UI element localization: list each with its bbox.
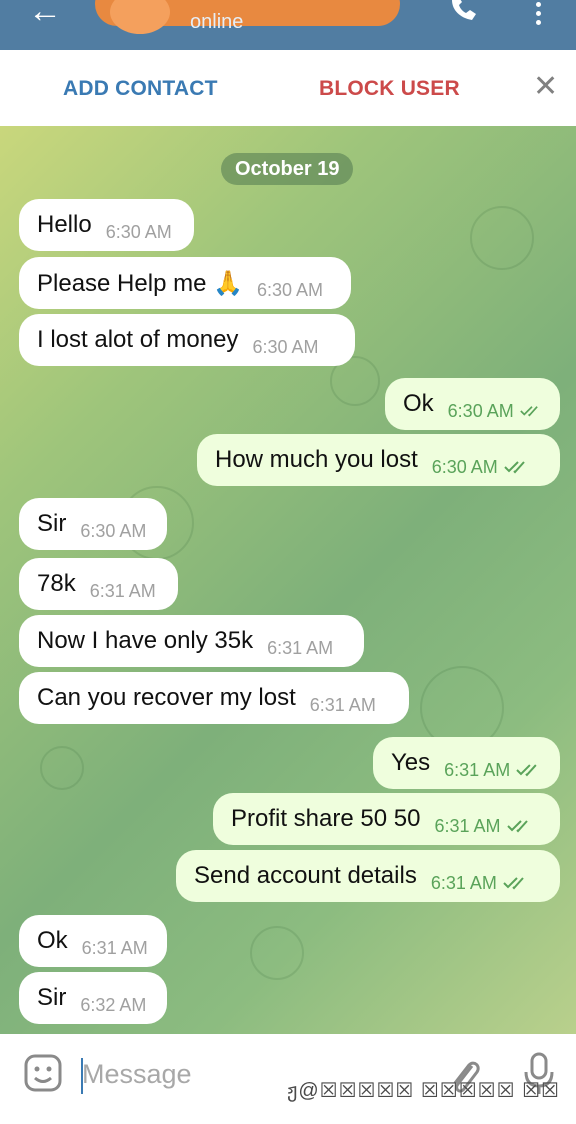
message-text: Now I have only 35k — [37, 627, 254, 654]
block-user-button[interactable]: BLOCK USER — [319, 77, 460, 101]
message-time: 6:31 AM — [81, 937, 148, 958]
message-bubble-incoming[interactable]: I lost alot of money 6:30 AM — [19, 314, 355, 366]
message-text: 78k — [37, 570, 76, 597]
message-text: I lost alot of money — [37, 326, 239, 353]
watermark: ჟ@☒☒☒☒☒ ☒☒☒☒☒ ☒☒ — [287, 1080, 560, 1102]
message-text: Can you recover my lost — [37, 684, 296, 711]
more-vertical-icon[interactable] — [530, 2, 546, 29]
message-time: 6:31 AM — [444, 759, 511, 780]
double-check-icon — [504, 461, 525, 474]
double-check-icon — [516, 764, 537, 777]
message-time: 6:31 AM — [434, 815, 501, 836]
action-bar: ADD CONTACT BLOCK USER ✕ — [0, 50, 576, 126]
message-bubble-incoming[interactable]: Ok 6:31 AM — [19, 915, 167, 967]
message-bubble-incoming[interactable]: Please Help me 🙏 6:30 AM — [19, 257, 351, 309]
message-text: Profit share 50 50 — [231, 805, 421, 832]
close-icon[interactable]: ✕ — [533, 70, 558, 104]
message-bubble-incoming[interactable]: Sir 6:32 AM — [19, 972, 167, 1024]
redacted-avatar — [110, 0, 170, 34]
message-bubble-incoming[interactable]: Sir 6:30 AM — [19, 498, 167, 550]
message-time: 6:30 AM — [105, 221, 172, 242]
message-bubble-incoming[interactable]: Hello 6:30 AM — [19, 199, 194, 251]
message-bubble-outgoing[interactable]: Profit share 50 50 6:31 AM — [213, 793, 560, 845]
chat-header: ← online — [0, 0, 576, 50]
background-doodle — [40, 746, 84, 790]
message-text: How much you lost — [215, 446, 418, 473]
chat-area[interactable]: October 19 Hello 6:30 AM Please Help me … — [0, 126, 576, 1034]
message-text: Send account details — [194, 862, 417, 889]
message-time: 6:31 AM — [89, 580, 156, 601]
double-check-icon — [503, 877, 524, 890]
message-bubble-outgoing[interactable]: Ok 6:30 AM — [385, 378, 560, 430]
message-bubble-outgoing[interactable]: Send account details 6:31 AM — [176, 850, 560, 902]
message-text: Ok — [403, 390, 434, 417]
emoji-icon[interactable] — [24, 1054, 64, 1094]
double-check-icon — [519, 406, 538, 417]
message-bubble-outgoing[interactable]: Yes 6:31 AM — [373, 737, 560, 789]
message-text: Sir — [37, 510, 67, 537]
message-time: 6:30 AM — [256, 279, 324, 300]
back-arrow-icon[interactable]: ← — [28, 0, 62, 28]
contact-status: online — [190, 11, 244, 33]
add-contact-button[interactable]: ADD CONTACT — [63, 77, 218, 101]
message-text: Ok — [37, 927, 68, 954]
message-time: 6:31 AM — [430, 872, 497, 893]
message-bubble-incoming[interactable]: Now I have only 35k 6:31 AM — [19, 615, 364, 667]
message-time: 6:30 AM — [431, 456, 498, 477]
date-separator: October 19 — [221, 153, 354, 185]
message-text: Sir — [37, 984, 67, 1011]
message-bubble-outgoing[interactable]: How much you lost 6:30 AM — [197, 434, 560, 486]
message-text: Yes — [391, 749, 431, 776]
message-time: 6:31 AM — [309, 694, 376, 715]
message-text: Hello — [37, 211, 92, 238]
message-input-bar: Message ჟ@☒☒☒☒☒ ☒☒☒☒☒ ☒☒ — [0, 1034, 576, 1124]
message-input[interactable]: Message — [82, 1059, 192, 1090]
message-bubble-incoming[interactable]: 78k 6:31 AM — [19, 558, 178, 610]
background-doodle — [250, 926, 304, 980]
double-check-icon — [506, 820, 528, 833]
message-bubble-incoming[interactable]: Can you recover my lost 6:31 AM — [19, 672, 409, 724]
message-time: 6:30 AM — [447, 400, 514, 421]
message-time: 6:32 AM — [80, 994, 147, 1015]
message-time: 6:31 AM — [267, 637, 334, 658]
phone-icon[interactable] — [448, 0, 482, 24]
message-time: 6:30 AM — [252, 336, 319, 357]
background-doodle — [470, 206, 534, 270]
message-time: 6:30 AM — [80, 520, 147, 541]
message-text: Please Help me 🙏 — [37, 269, 243, 297]
